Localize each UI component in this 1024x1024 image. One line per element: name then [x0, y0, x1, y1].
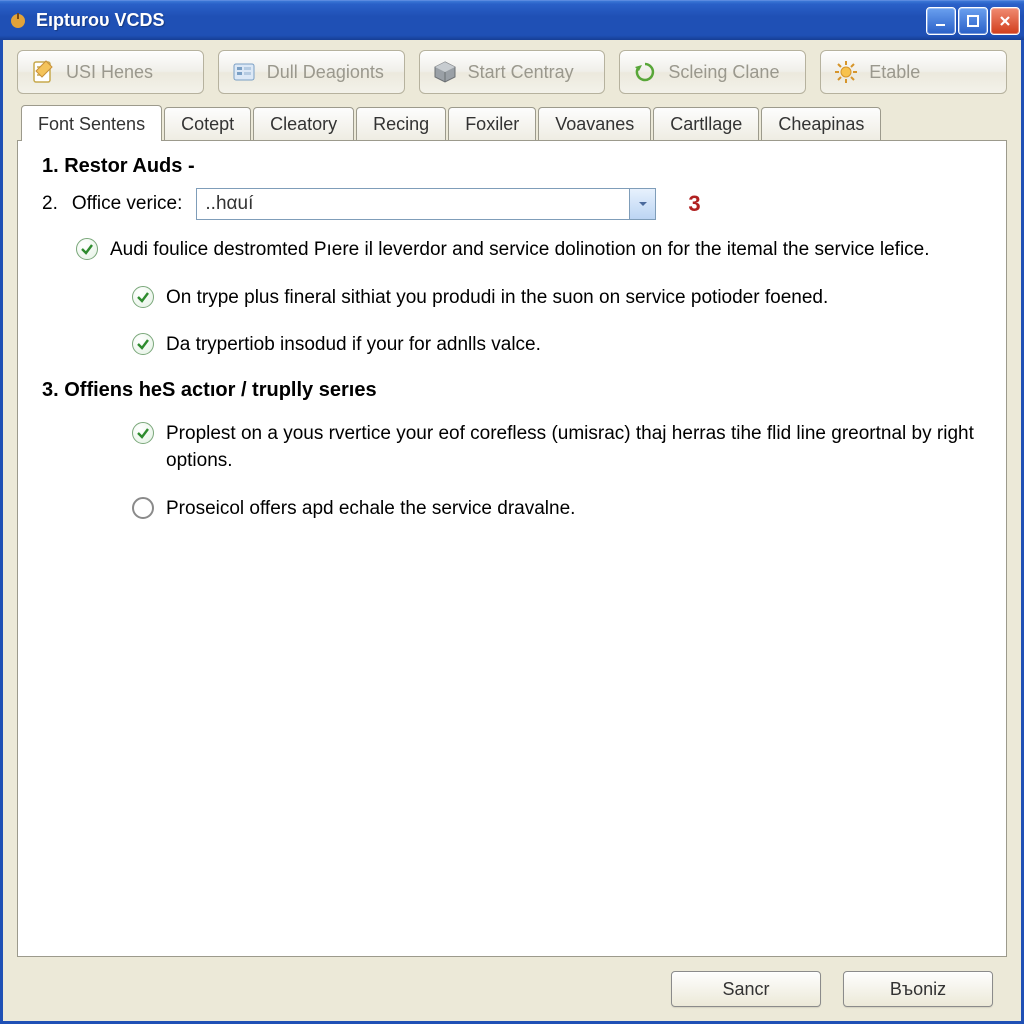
- tab-font-sentens[interactable]: Font Sentens: [21, 105, 162, 141]
- toolbar: USI Henes Dull Deagionts Start Centray S…: [17, 50, 1007, 94]
- chevron-down-icon[interactable]: [629, 189, 655, 219]
- radio-item[interactable]: Proplest on a yous rvertiсe your eof cor…: [132, 420, 982, 475]
- tab-foxiler[interactable]: Foxiler: [448, 107, 536, 141]
- tab-cleatory[interactable]: Cleatory: [253, 107, 354, 141]
- check-item: Audi foulice destromted Pıere il leverdo…: [76, 236, 982, 264]
- check-text: Audi foulice destromted Pıere il leverdo…: [110, 236, 930, 264]
- toolbar-start-centray[interactable]: Start Centray: [419, 50, 606, 94]
- toolbar-label: Etable: [869, 62, 920, 83]
- step1-heading: 1. Restor Auds -: [42, 155, 982, 178]
- tabstrip: Font Sentens Cotept Cleatory Recing Foxi…: [17, 104, 1007, 140]
- tab-cotept[interactable]: Cotept: [164, 107, 251, 141]
- combo-value: ..hαuí: [197, 193, 261, 215]
- titlebar: Eıpturoυ VCDS: [0, 0, 1024, 40]
- check-text: Da trypertiob insodud if your for adnlls…: [166, 331, 541, 359]
- client-area: USI Henes Dull Deagionts Start Centray S…: [0, 40, 1024, 1024]
- toolbar-label: Dull Deagionts: [267, 62, 384, 83]
- toolbar-usi-henes[interactable]: USI Henes: [17, 50, 204, 94]
- step2-row: 2. Office verice: ..hαuí 3: [42, 188, 982, 220]
- radio-text: Proplest on a yous rvertiсe your eof cor…: [166, 420, 982, 475]
- window-controls: [926, 7, 1020, 35]
- step2-number: 2.: [42, 193, 58, 215]
- check-text: On trype plus fineral sithiat you produd…: [166, 284, 828, 312]
- minimize-button[interactable]: [926, 7, 956, 35]
- tab-recing[interactable]: Recing: [356, 107, 446, 141]
- toolbar-label: USI Henes: [66, 62, 153, 83]
- toolbar-dull-deagionts[interactable]: Dull Deagionts: [218, 50, 405, 94]
- toolbar-label: Scleing Clane: [668, 62, 779, 83]
- tab-panel: 1. Restor Auds - 2. Office verice: ..hαu…: [17, 140, 1007, 957]
- radio-text: Proseicol offers apd echale the service …: [166, 495, 575, 523]
- check-item: On trype plus fineral sithiat you produd…: [132, 284, 982, 312]
- close-button[interactable]: [990, 7, 1020, 35]
- check-icon: [132, 422, 154, 444]
- tab-cartllage[interactable]: Cartllage: [653, 107, 759, 141]
- ok-button[interactable]: Sancr: [671, 971, 821, 1007]
- note-icon: [30, 59, 56, 85]
- check-icon: [132, 286, 154, 308]
- office-verice-combo[interactable]: ..hαuí: [196, 188, 656, 220]
- step2-marker: 3: [688, 191, 700, 217]
- list-icon: [231, 59, 257, 85]
- radio-icon: [132, 497, 154, 519]
- step2-label: Office verice:: [72, 193, 183, 215]
- gear-icon: [833, 59, 859, 85]
- toolbar-scleing-clane[interactable]: Scleing Clane: [619, 50, 806, 94]
- cube-icon: [432, 59, 458, 85]
- toolbar-etable[interactable]: Etable: [820, 50, 1007, 94]
- cancel-button[interactable]: Bъoniz: [843, 971, 993, 1007]
- tab-voavanes[interactable]: Voavanes: [538, 107, 651, 141]
- window-title: Eıpturoυ VCDS: [36, 10, 926, 31]
- check-icon: [76, 238, 98, 260]
- step3-heading: 3. Offiens heS actıor / truplly serıes: [42, 379, 982, 402]
- refresh-icon: [632, 59, 658, 85]
- app-icon: [8, 11, 28, 31]
- bottom-bar: Sancr Bъoniz: [17, 957, 1007, 1021]
- check-item: Da trypertiob insodud if your for adnlls…: [132, 331, 982, 359]
- tab-cheapinas[interactable]: Cheapinas: [761, 107, 881, 141]
- check-icon: [132, 333, 154, 355]
- maximize-button[interactable]: [958, 7, 988, 35]
- radio-item[interactable]: Proseicol offers apd echale the service …: [132, 495, 982, 523]
- toolbar-label: Start Centray: [468, 62, 574, 83]
